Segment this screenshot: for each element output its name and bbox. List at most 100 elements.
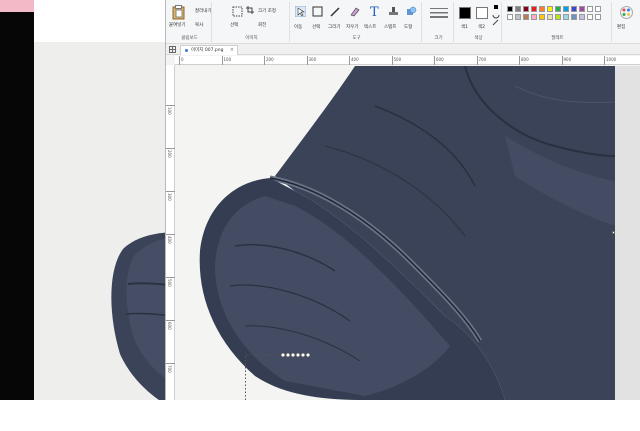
rectangle-select-icon[interactable]: [312, 6, 323, 17]
left-top-area: [34, 0, 165, 42]
palette-swatch[interactable]: [531, 6, 537, 12]
colors-group: 색1 색2 색상: [456, 2, 502, 42]
line-width-icon[interactable]: [430, 7, 448, 19]
text-label[interactable]: 텍스트: [364, 24, 376, 30]
ruler-h-label: 600: [436, 57, 444, 62]
color-group-label: 색상: [474, 36, 483, 41]
ruler-v-label: 600: [167, 322, 172, 330]
palette-swatch[interactable]: [523, 14, 529, 20]
edit-colors-icon[interactable]: [620, 6, 633, 19]
text-icon[interactable]: T: [369, 5, 380, 18]
ruler-h-tick: [221, 56, 223, 65]
ribbon-toolbar: 붙여넣기 잘라내기 복사 클립보드 크기 조정 회전 선택 이미지 이동 선택 …: [166, 0, 640, 44]
swap-colors-icon[interactable]: [492, 5, 500, 27]
cut-button[interactable]: 잘라내기: [195, 8, 212, 14]
ruler-h-tick: [561, 56, 563, 65]
ruler-h-tick: [349, 56, 350, 65]
eraser-label[interactable]: 지우기: [346, 24, 358, 30]
pencil-label[interactable]: 그리기: [328, 24, 340, 30]
palette-swatch[interactable]: [547, 6, 553, 12]
paste-icon[interactable]: [172, 5, 185, 20]
select-icon[interactable]: [232, 6, 243, 17]
ruler-h-tick: [434, 56, 435, 65]
left-dark-panel: [0, 0, 34, 400]
palette-swatch[interactable]: [555, 6, 561, 12]
eraser-icon[interactable]: [349, 6, 360, 17]
ruler-v-label: 200: [167, 150, 172, 158]
ruler-h-label: 0: [181, 57, 184, 62]
horizontal-ruler: 0 100 200 300 400 500 600 700 800 900 1000: [175, 56, 640, 65]
document-tab-strip: 이미지 007.png ×: [166, 44, 640, 55]
palette-swatch[interactable]: [555, 14, 561, 20]
image-select-label[interactable]: 선택: [230, 22, 238, 28]
pencil-icon[interactable]: [330, 6, 341, 17]
grid-view-icon[interactable]: [169, 46, 176, 53]
ruler-h-label: 200: [266, 57, 274, 62]
palette-swatch-empty[interactable]: [587, 6, 593, 12]
tab-close-icon[interactable]: ×: [230, 46, 234, 55]
shape-icon[interactable]: [406, 6, 417, 17]
palette-group-label: 팔레트: [551, 36, 564, 41]
copy-button[interactable]: 복사: [195, 22, 203, 28]
palette-swatch[interactable]: [579, 6, 585, 12]
ruler-h-tick: [179, 56, 180, 65]
left-pink-bar: [0, 0, 34, 12]
palette-swatch-empty[interactable]: [595, 6, 601, 12]
ruler-v-label: 300: [167, 193, 172, 201]
palette-swatch[interactable]: [523, 6, 529, 12]
palette-swatch[interactable]: [579, 14, 585, 20]
shape-label[interactable]: 도형: [404, 24, 412, 30]
rectangle-select-label[interactable]: 선택: [312, 24, 320, 30]
palette-swatch-empty[interactable]: [595, 14, 601, 20]
ruler-h-tick: [476, 56, 478, 65]
size-group-label: 크기: [434, 36, 443, 41]
ruler-h-tick: [519, 56, 520, 65]
ruler-h-label: 400: [351, 57, 359, 62]
ruler-h-label: 500: [393, 57, 402, 62]
document-tab[interactable]: 이미지 007.png ×: [180, 45, 238, 55]
ruler-h-tick: [264, 56, 265, 65]
palette-swatch[interactable]: [515, 14, 521, 20]
color1-swatch[interactable]: [459, 7, 471, 19]
palette-swatch[interactable]: [515, 6, 521, 12]
palette-swatch[interactable]: [539, 6, 545, 12]
palette-swatch[interactable]: [531, 14, 537, 20]
rotate-button[interactable]: 회전: [258, 22, 266, 28]
palette-swatch[interactable]: [571, 6, 577, 12]
crop-icon[interactable]: [246, 6, 254, 14]
bottom-blank-area: [0, 400, 640, 431]
color2-swatch[interactable]: [476, 7, 488, 19]
clipboard-group: 붙여넣기 잘라내기 복사 클립보드: [168, 2, 212, 42]
paste-button[interactable]: 붙여넣기: [169, 22, 186, 28]
ruler-h-label: 1000: [606, 57, 617, 62]
palette-swatch[interactable]: [571, 14, 577, 20]
palette-swatch[interactable]: [547, 14, 553, 20]
paint-window: 붙여넣기 잘라내기 복사 클립보드 크기 조정 회전 선택 이미지 이동 선택 …: [165, 0, 640, 400]
ruler-h-tick: [604, 56, 605, 65]
canvas-outside-area: [615, 66, 640, 400]
palette-swatch[interactable]: [507, 14, 513, 20]
ruler-v-tick: [166, 191, 175, 192]
color2-label: 색2: [478, 25, 486, 30]
palette-swatch[interactable]: [563, 6, 569, 12]
edit-colors-group: 편집: [614, 2, 639, 42]
palette-swatch[interactable]: [563, 14, 569, 20]
color1-label: 색1: [461, 25, 469, 30]
stamp-icon[interactable]: [388, 6, 399, 17]
edit-colors-label[interactable]: 편집: [617, 24, 625, 30]
ruler-v-label: 500: [167, 279, 172, 287]
palette-swatch-empty[interactable]: [587, 14, 593, 20]
palette-swatch[interactable]: [507, 6, 513, 12]
ruler-h-label: 100: [223, 57, 232, 62]
ruler-h-label: 700: [478, 57, 487, 62]
stamp-label[interactable]: 스탬프: [384, 24, 396, 30]
drawing-canvas[interactable]: [175, 66, 640, 400]
resize-handle-right[interactable]: [612, 231, 615, 234]
pointer-icon[interactable]: [295, 6, 306, 17]
selection-outline: [245, 352, 311, 400]
pointer-label[interactable]: 이동: [294, 24, 302, 30]
ruler-v-label: 700: [167, 365, 172, 373]
palette-swatch[interactable]: [539, 14, 545, 20]
size-group: 크기: [424, 2, 454, 42]
resize-button[interactable]: 크기 조정: [258, 8, 276, 14]
